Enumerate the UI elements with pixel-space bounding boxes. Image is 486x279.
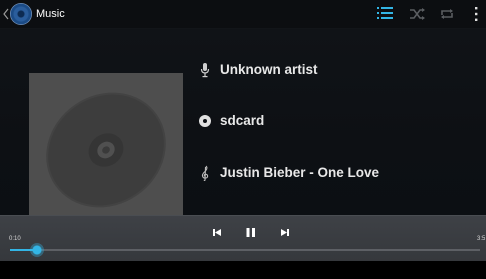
overflow-menu-icon [475, 7, 478, 21]
pause-icon [246, 228, 255, 237]
playlist-button[interactable] [375, 4, 395, 24]
track-title: Justin Bieber - One Love [220, 165, 380, 180]
music-app-icon[interactable] [10, 3, 32, 25]
playlist-icon [377, 7, 393, 19]
shuffle-icon [410, 8, 425, 20]
disc-icon [199, 115, 211, 127]
previous-button[interactable] [206, 223, 228, 241]
music-player-screen: Music Unknown artist sdcard Justin Biebe… [0, 0, 486, 279]
transport-controls: 0:10 3:5 [0, 215, 486, 262]
next-icon [281, 229, 289, 236]
treble-clef-icon [201, 165, 209, 181]
current-time: 0:10 [9, 236, 21, 242]
up-caret-icon[interactable] [3, 8, 9, 20]
pause-button[interactable] [240, 223, 262, 241]
total-time: 3:5 [477, 236, 486, 242]
album-name: sdcard [220, 113, 265, 128]
microphone-icon [200, 63, 210, 78]
now-playing-content: Unknown artist sdcard Justin Bieber - On… [0, 29, 486, 227]
repeat-button[interactable] [437, 4, 457, 24]
next-button[interactable] [274, 223, 296, 241]
bottom-strip [0, 261, 486, 279]
album-artwork[interactable] [29, 73, 183, 227]
overflow-menu-button[interactable] [466, 4, 486, 24]
default-album-art-disc [29, 73, 183, 227]
previous-icon [213, 229, 221, 236]
action-bar: Music [0, 0, 486, 29]
shuffle-button[interactable] [407, 4, 427, 24]
artist-row[interactable]: Unknown artist [198, 60, 418, 80]
album-row[interactable]: sdcard [198, 111, 418, 131]
title-row[interactable]: Justin Bieber - One Love [198, 163, 438, 183]
artist-name: Unknown artist [220, 62, 318, 77]
repeat-icon [441, 9, 453, 19]
seek-thumb[interactable] [29, 243, 44, 257]
app-title: Music [36, 8, 65, 20]
seek-bar[interactable] [10, 249, 480, 251]
